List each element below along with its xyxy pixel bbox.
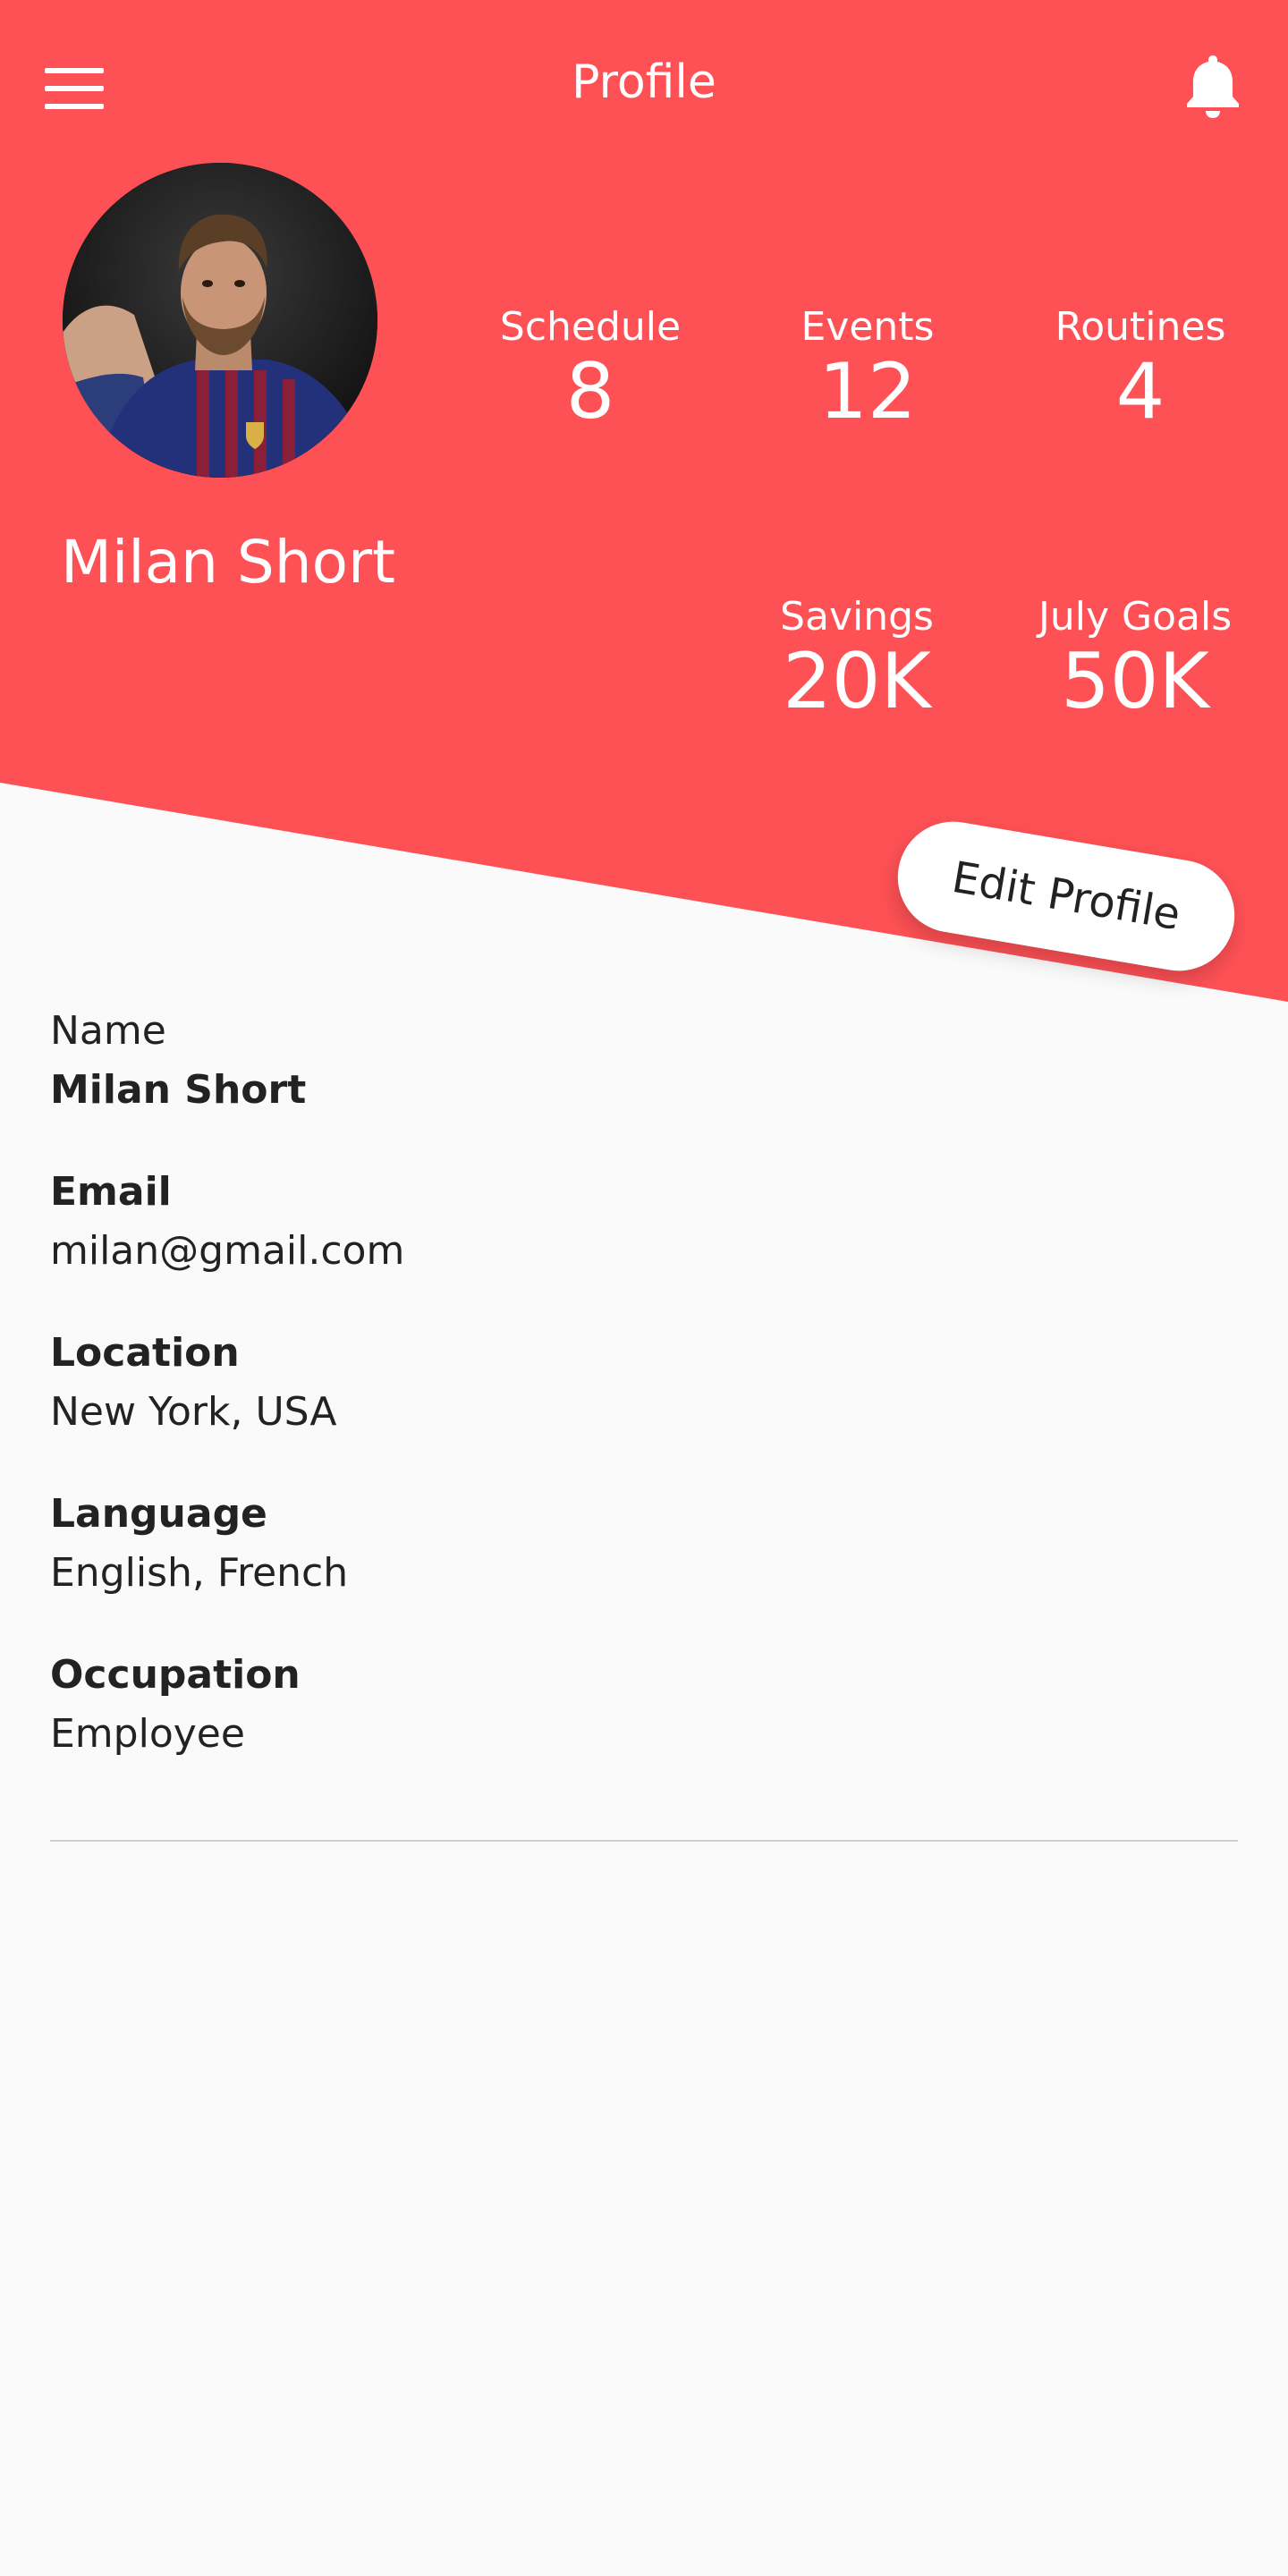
avatar-photo bbox=[63, 163, 377, 478]
stat-value: 4 bbox=[1115, 347, 1165, 436]
stat-savings[interactable]: Savings 20K bbox=[757, 594, 957, 720]
bell-icon[interactable] bbox=[1184, 54, 1241, 120]
detail-label: Name bbox=[50, 1008, 166, 1054]
stat-schedule[interactable]: Schedule 8 bbox=[485, 304, 696, 430]
detail-email: Email milan@gmail.com bbox=[50, 1163, 1240, 1281]
avatar[interactable] bbox=[63, 163, 377, 478]
stat-value: 8 bbox=[565, 347, 615, 436]
detail-value: Milan Short bbox=[50, 1067, 307, 1113]
detail-occupation: Occupation Employee bbox=[50, 1646, 1240, 1764]
detail-value: English, French bbox=[50, 1550, 349, 1596]
stat-value: 20K bbox=[783, 637, 931, 726]
detail-label: Location bbox=[50, 1330, 240, 1376]
stat-label: Savings bbox=[780, 594, 934, 640]
detail-label: Occupation bbox=[50, 1652, 301, 1698]
profile-details: Name Milan Short Email milan@gmail.com L… bbox=[50, 1002, 1240, 1807]
stat-label: July Goals bbox=[1038, 594, 1233, 640]
detail-value: milan@gmail.com bbox=[50, 1228, 405, 1274]
stat-label: Schedule bbox=[499, 304, 682, 350]
detail-label: Email bbox=[50, 1169, 172, 1215]
profile-screen: Profile Milan Short Schedule 8 Events 12… bbox=[0, 0, 1288, 2576]
detail-name: Name Milan Short bbox=[50, 1002, 1240, 1120]
stat-label: Routines bbox=[1055, 304, 1226, 350]
detail-location: Location New York, USA bbox=[50, 1324, 1240, 1442]
user-name: Milan Short bbox=[61, 528, 395, 597]
detail-label: Language bbox=[50, 1491, 267, 1537]
stat-value: 50K bbox=[1061, 637, 1209, 726]
divider bbox=[50, 1840, 1238, 1842]
detail-value: Employee bbox=[50, 1711, 245, 1757]
stat-value: 12 bbox=[818, 347, 917, 436]
detail-language: Language English, French bbox=[50, 1485, 1240, 1603]
detail-value: New York, USA bbox=[50, 1389, 337, 1435]
stat-july-goals[interactable]: July Goals 50K bbox=[1020, 594, 1250, 720]
stat-events[interactable]: Events 12 bbox=[771, 304, 964, 430]
stat-label: Events bbox=[801, 304, 935, 350]
stat-routines[interactable]: Routines 4 bbox=[1038, 304, 1243, 430]
page-title: Profile bbox=[572, 55, 716, 109]
